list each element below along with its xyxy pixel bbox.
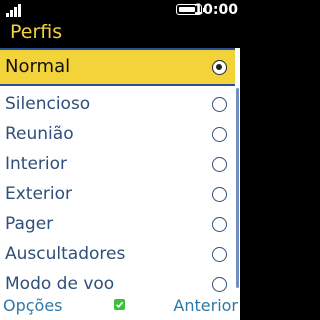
radio-icon[interactable] bbox=[212, 157, 227, 172]
signal-icon bbox=[6, 4, 24, 17]
list-item-label: Interior bbox=[5, 154, 68, 174]
list-item-label: Reunião bbox=[5, 124, 74, 144]
list-item-label: Exterior bbox=[5, 184, 73, 204]
clock: 10:00 bbox=[193, 2, 238, 18]
list-item-normal[interactable]: Normal bbox=[0, 48, 235, 86]
list-item-reuniao[interactable]: Reunião bbox=[0, 119, 235, 149]
softkey-bar: Opções Anterior bbox=[0, 292, 240, 320]
list-item-interior[interactable]: Interior bbox=[0, 149, 235, 179]
profile-list: Normal Silencioso Reunião Interior Exter… bbox=[0, 48, 235, 294]
list-item-exterior[interactable]: Exterior bbox=[0, 179, 235, 209]
list-item-label: Auscultadores bbox=[5, 244, 126, 264]
radio-icon[interactable] bbox=[212, 247, 227, 262]
page-title: Perfis bbox=[10, 21, 63, 43]
list-item-label: Normal bbox=[5, 56, 71, 77]
scrollbar-thumb[interactable] bbox=[236, 88, 239, 288]
check-icon[interactable] bbox=[114, 299, 125, 310]
back-softkey[interactable]: Anterior bbox=[173, 295, 238, 317]
list-item-label: Silencioso bbox=[5, 94, 91, 114]
status-bar: 10:00 bbox=[0, 0, 240, 20]
radio-icon[interactable] bbox=[212, 187, 227, 202]
radio-icon[interactable] bbox=[212, 127, 227, 142]
radio-icon[interactable] bbox=[212, 277, 227, 292]
list-item-pager[interactable]: Pager bbox=[0, 209, 235, 239]
list-item-auscultadores[interactable]: Auscultadores bbox=[0, 239, 235, 269]
list-item-label: Pager bbox=[5, 214, 54, 234]
options-softkey[interactable]: Opções bbox=[3, 295, 63, 317]
radio-selected-icon[interactable] bbox=[212, 60, 227, 75]
radio-icon[interactable] bbox=[212, 97, 227, 112]
radio-icon[interactable] bbox=[212, 217, 227, 232]
list-item-silencioso[interactable]: Silencioso bbox=[0, 89, 235, 119]
scrollbar[interactable] bbox=[235, 48, 240, 292]
